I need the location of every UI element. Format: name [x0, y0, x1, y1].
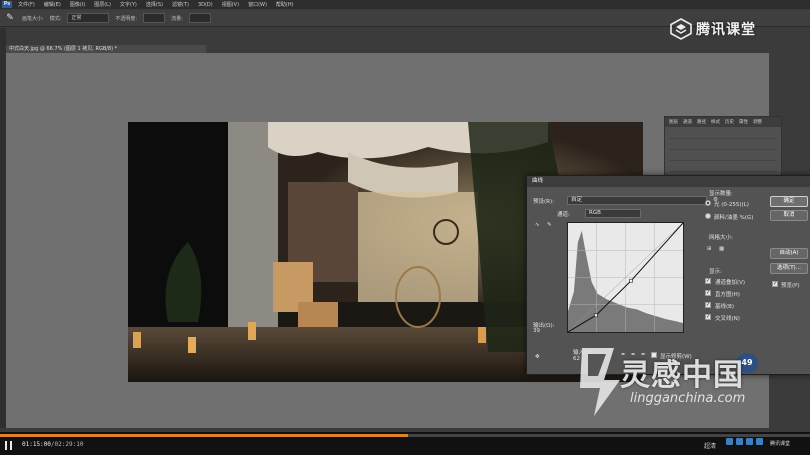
curve-control-point[interactable]: [629, 278, 633, 283]
layers-panel: 图层 通道 路径 样式 历史 属性 调整: [664, 116, 782, 178]
curves-dialog-title: 曲线: [527, 176, 810, 187]
intersection-line-label: 交叉线(N): [715, 316, 740, 322]
lingganchina-cn-text: 灵感中国: [620, 358, 744, 393]
grid-size-title: 网格大小:: [709, 235, 733, 241]
mode-label: 模式:: [49, 15, 62, 22]
menu-item-image[interactable]: 图像(I): [70, 1, 85, 8]
tab-channels[interactable]: 通道: [683, 119, 692, 125]
light-radio[interactable]: [705, 200, 711, 206]
menu-item-view[interactable]: 视图(V): [222, 1, 239, 8]
ok-button[interactable]: 确定: [770, 196, 808, 207]
display-amount-title: 显示数量:: [709, 191, 733, 197]
flow-field[interactable]: [188, 13, 211, 23]
pigment-label: 颜料/油墨 %(G): [714, 215, 754, 221]
curve-point-tool-icon[interactable]: ∿: [535, 222, 540, 228]
tray-app-icon[interactable]: [726, 438, 733, 445]
cancel-button[interactable]: 取消: [770, 210, 808, 221]
show-title: 显示:: [709, 269, 722, 275]
options-button[interactable]: 选项(T)...: [770, 263, 808, 274]
pigment-radio[interactable]: [705, 213, 711, 219]
video-player-bar: 01:15:00/02:29:10 超清: [0, 432, 810, 455]
tray-app-icon[interactable]: [736, 438, 743, 445]
time-readout: 01:15:00/02:29:10: [22, 441, 84, 448]
channel-overlay-label: 通道叠加(V): [715, 280, 746, 286]
histogram-checkbox[interactable]: ✓: [705, 290, 711, 296]
grid-simple-icon[interactable]: ⊞: [707, 246, 712, 252]
menu-item-layer[interactable]: 图层(L): [94, 1, 111, 8]
brush-size-label: 画笔大小:: [22, 15, 44, 22]
tab-adjustments[interactable]: 调整: [753, 119, 762, 125]
tab-styles[interactable]: 样式: [711, 119, 720, 125]
curves-graph[interactable]: [567, 222, 684, 333]
tray-label: 腾讯课堂: [770, 441, 791, 447]
auto-button[interactable]: 自动(A): [770, 248, 808, 259]
menu-item-window[interactable]: 窗口(W): [248, 1, 267, 8]
pencil-tool-icon[interactable]: ✎: [547, 222, 552, 228]
current-time: 01:15:00: [22, 441, 51, 448]
light-label: 光 (0-255)(L): [714, 202, 749, 208]
grid-detailed-icon[interactable]: ▦: [719, 246, 724, 252]
tencent-classroom-logo-icon: [670, 18, 692, 40]
pause-button[interactable]: [5, 441, 13, 450]
progress-fill: [0, 434, 409, 437]
menu-item-file[interactable]: 文件(F): [18, 1, 35, 8]
photoshop-logo: Ps: [2, 1, 12, 8]
histogram-label: 直方图(H): [715, 292, 740, 298]
curve-control-point[interactable]: [594, 313, 598, 318]
tab-layers[interactable]: 图层: [669, 119, 678, 125]
intersection-line-checkbox[interactable]: ✓: [705, 314, 711, 320]
flow-label: 流量:: [171, 15, 183, 22]
tencent-classroom-watermark: 腾讯课堂: [670, 18, 756, 40]
menu-bar: Ps 文件(F) 编辑(E) 图像(I) 图层(L) 文字(Y) 选择(S) 滤…: [0, 0, 810, 9]
mode-select[interactable]: 正常: [67, 13, 110, 23]
baseline-label: 基线(B): [715, 304, 735, 310]
menu-item-help[interactable]: 帮助(H): [276, 1, 294, 8]
opacity-label: 不透明度:: [115, 15, 138, 22]
tray-icons: [726, 438, 763, 445]
opacity-field[interactable]: [143, 13, 166, 23]
tray-app-icon[interactable]: [756, 438, 763, 445]
target-adjust-icon[interactable]: ✥: [535, 354, 540, 360]
document-tab[interactable]: 中式白天.jpg @ 66.7% (图层 1 拷贝, RGB/8) *: [6, 45, 206, 53]
menu-item-filter[interactable]: 滤镜(T): [172, 1, 189, 8]
menu-item-type[interactable]: 文字(Y): [120, 1, 137, 8]
preset-label: 预设(R):: [533, 199, 554, 205]
layer-row[interactable]: [669, 131, 777, 139]
menu-item-3d[interactable]: 3D(D): [198, 2, 213, 8]
lingganchina-url-text: lingganchina.com: [630, 391, 746, 406]
channel-overlay-checkbox[interactable]: ✓: [705, 278, 711, 284]
layer-row[interactable]: [669, 164, 777, 172]
layer-row[interactable]: [669, 153, 777, 161]
photoshop-window: Ps 文件(F) 编辑(E) 图像(I) 图层(L) 文字(Y) 选择(S) 滤…: [0, 0, 810, 432]
quality-selector[interactable]: 超清: [704, 441, 716, 450]
output-value[interactable]: 39: [533, 328, 540, 334]
preview-checkbox[interactable]: ✓: [772, 281, 778, 287]
menu-item-edit[interactable]: 编辑(E): [44, 1, 61, 8]
channel-select[interactable]: RGB: [585, 209, 641, 218]
tab-properties[interactable]: 属性: [739, 119, 748, 125]
total-time: 02:29:10: [54, 441, 84, 448]
preset-select[interactable]: 自定: [567, 196, 707, 205]
baseline-checkbox[interactable]: ✓: [705, 302, 711, 308]
menu-item-select[interactable]: 选择(S): [146, 1, 163, 8]
preview-label: 预览(P): [781, 283, 800, 289]
tab-history[interactable]: 历史: [725, 119, 734, 125]
layer-row[interactable]: [669, 142, 777, 150]
tencent-classroom-text: 腾讯课堂: [696, 22, 756, 38]
tab-paths[interactable]: 路径: [697, 119, 706, 125]
channel-label: 通道:: [557, 212, 570, 218]
layers-panel-tabs: 图层 通道 路径 样式 历史 属性 调整: [665, 117, 781, 127]
tray-app-icon[interactable]: [746, 438, 753, 445]
brush-tool-icon[interactable]: ✎: [4, 12, 16, 24]
progress-track[interactable]: [0, 434, 810, 437]
